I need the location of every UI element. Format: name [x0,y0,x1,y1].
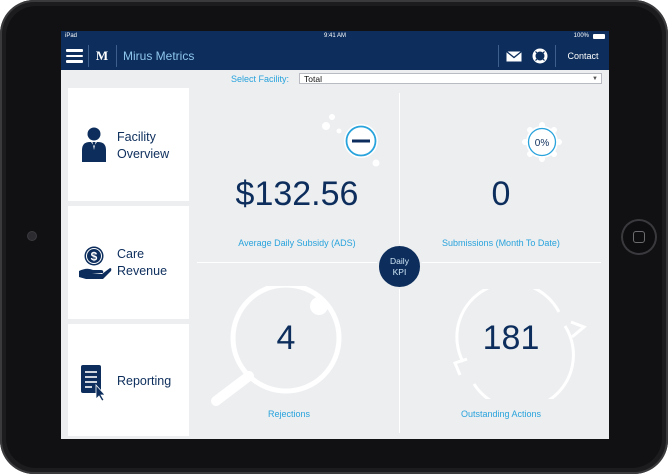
mirus-logo: M [95,48,108,63]
camera-icon [28,232,36,240]
mail-icon [506,50,522,61]
daily-kpi-line: Daily [390,255,409,266]
mail-button[interactable] [501,42,527,70]
facility-select[interactable]: Total ▼ [299,73,602,84]
facility-filter: Select Facility: Total ▼ [61,70,609,88]
app-title: Mirus Metrics [123,49,195,63]
status-bar: iPad 9:41 AM 100% [61,31,609,42]
menu-icon[interactable] [66,49,83,63]
person-icon [82,127,106,162]
status-time: 9:41 AM [323,33,346,39]
battery-icon [593,34,605,39]
sidebar-label-line: Revenue [117,264,168,278]
ipad-frame: iPad 9:41 AM 100% M Mirus Metrics Contac… [0,0,668,474]
submissions-badge: 0% [535,138,550,149]
battery-percent: 100% [573,33,589,39]
sidebar-label-line: Overview [117,147,170,161]
lifebuoy-icon [532,48,548,64]
ads-value: $132.56 [235,175,359,213]
minus-bubble-icon [322,114,380,167]
nav-divider [498,45,499,67]
submissions-value: 0 [491,175,511,213]
facility-select-value: Total [304,74,322,84]
help-button[interactable] [527,42,553,70]
nav-divider [555,45,556,67]
app-screen: iPad 9:41 AM 100% M Mirus Metrics Contac… [61,31,609,439]
rejections-value: 4 [276,319,296,357]
ads-label[interactable]: Average Daily Subsidy (ADS) [197,238,397,248]
sidebar-item-label: Reporting [117,374,172,388]
facility-label: Select Facility: [231,74,290,84]
sidebar-label-line: Facility [117,130,156,144]
top-navbar: M Mirus Metrics Contact [61,42,609,70]
sidebar-item-care-revenue[interactable]: $ Care Revenue [68,206,189,319]
sidebar-label-line: Care [117,247,145,261]
sidebar-item-reporting[interactable]: Reporting [68,324,189,436]
daily-kpi-badge[interactable]: Daily KPI [377,244,422,289]
sidebar-item-label: Care Revenue [117,246,167,280]
submissions-label[interactable]: Submissions (Month To Date) [401,238,601,248]
percent-badge-icon: 0% [522,122,562,162]
svg-text:$: $ [91,250,98,264]
outstanding-label[interactable]: Outstanding Actions [401,409,601,419]
daily-kpi-line: KPI [392,266,407,277]
report-icon [81,365,106,402]
chevron-down-icon: ▼ [592,76,598,82]
home-button[interactable] [623,221,655,253]
outstanding-value: 181 [482,319,540,357]
contact-button[interactable]: Contact [557,42,609,70]
sidebar-item-facility-overview[interactable]: Facility Overview [68,88,189,201]
nav-divider [116,45,117,67]
money-hand-icon: $ [79,246,112,279]
sidebar-item-label: Facility Overview [117,129,169,163]
rejections-label[interactable]: Rejections [197,409,381,419]
nav-divider [88,45,89,67]
